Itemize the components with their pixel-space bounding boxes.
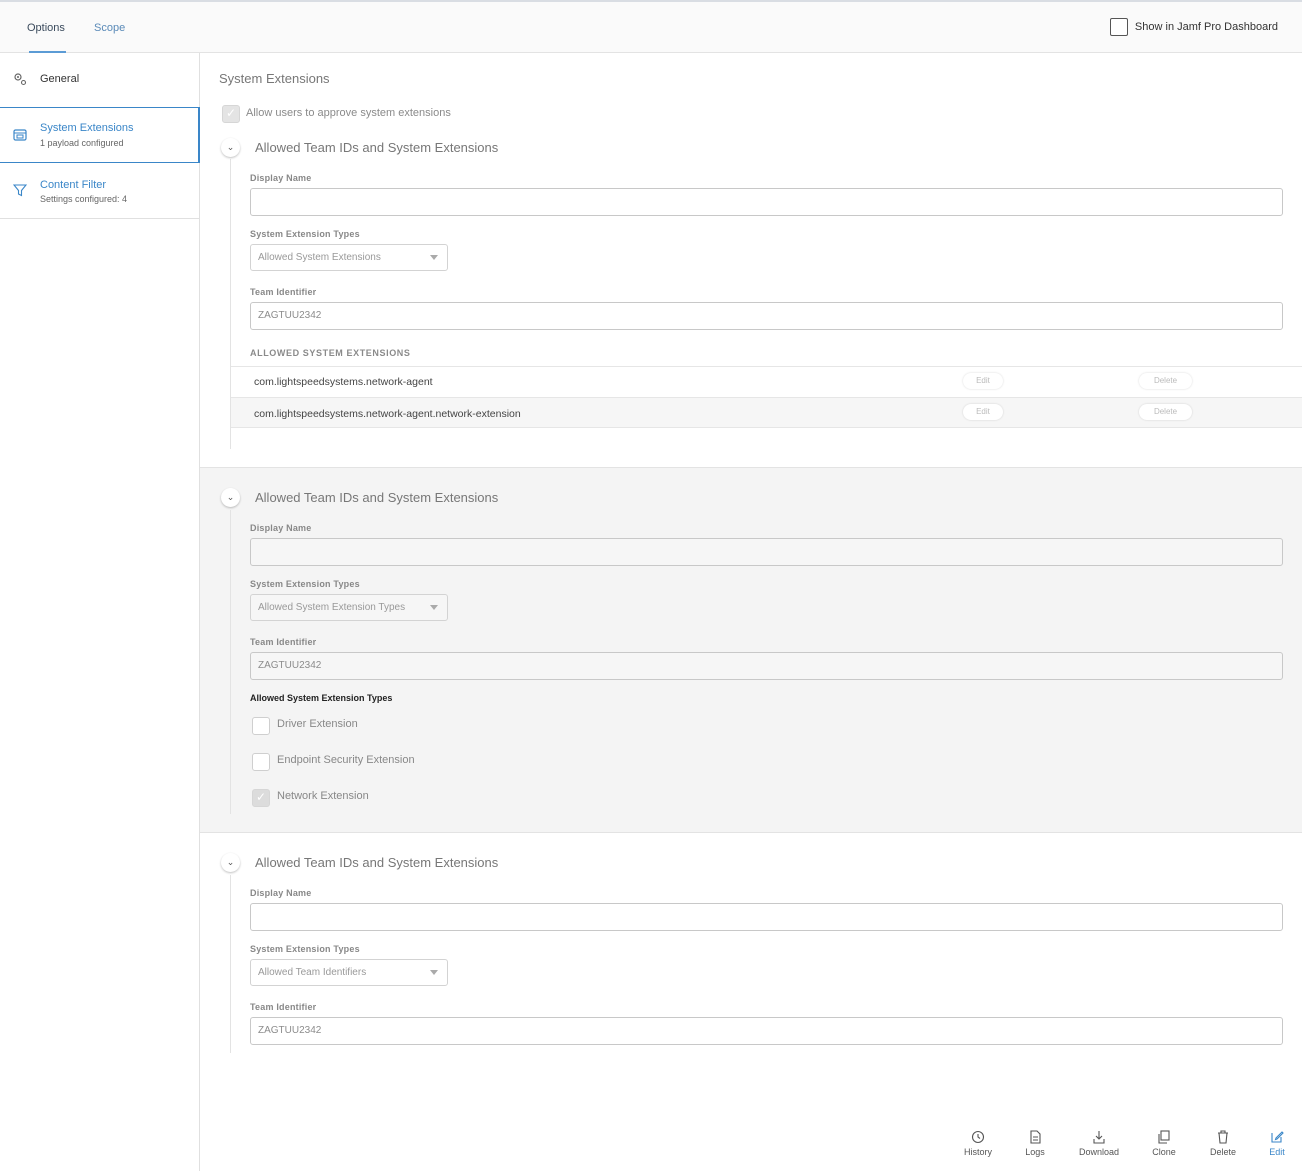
block-title: Allowed Team IDs and System Extensions: [255, 855, 499, 870]
team-identifier-label: Team Identifier: [250, 637, 317, 647]
download-label: Download: [1078, 1147, 1120, 1157]
trash-icon: [1218, 1130, 1228, 1144]
delete-button[interactable]: Delete: [1139, 373, 1192, 389]
logs-icon: [1030, 1130, 1041, 1144]
clone-icon: [1158, 1130, 1170, 1144]
driver-extension-label: Driver Extension: [277, 718, 358, 730]
network-extension-checkbox[interactable]: [252, 789, 270, 807]
clone-label: Clone: [1152, 1147, 1176, 1157]
download-icon: [1093, 1131, 1105, 1144]
sidebar-item-content-filter[interactable]: Content Filter Settings configured: 4: [0, 163, 200, 219]
payload-sidebar: General System Extensions 1 payload conf…: [0, 53, 200, 1171]
team-identifier-input[interactable]: ZAGTUU2342: [250, 652, 1283, 680]
block-divider-line: [230, 875, 231, 1053]
extension-types-value: Allowed Team Identifiers: [258, 967, 367, 978]
edit-button[interactable]: Edit: [1264, 1130, 1290, 1157]
block-divider-line: [230, 510, 231, 814]
history-label: History: [963, 1147, 992, 1157]
block-title: Allowed Team IDs and System Extensions: [255, 490, 499, 505]
extension-types-value: Allowed System Extension Types: [258, 602, 406, 613]
chevron-down-icon: [430, 970, 438, 975]
extension-types-select[interactable]: Allowed System Extensions: [250, 244, 448, 271]
sidebar-item-label: System Extensions: [40, 122, 134, 134]
extension-types-label: System Extension Types: [250, 229, 360, 239]
logs-label: Logs: [1025, 1147, 1045, 1157]
sidebar-item-system-extensions[interactable]: System Extensions 1 payload configured: [0, 107, 200, 163]
extension-icon: [13, 129, 27, 141]
allow-users-checkbox[interactable]: [222, 105, 240, 123]
delete-button[interactable]: Delete: [1139, 404, 1192, 420]
team-identifier-input[interactable]: ZAGTUU2342: [250, 1017, 1283, 1045]
team-identifier-input[interactable]: ZAGTUU2342: [250, 302, 1283, 330]
list-item: com.lightspeedsystems.network-agent Edit…: [231, 366, 1302, 397]
sidebar-item-sublabel: Settings configured: 4: [40, 194, 128, 204]
extension-types-select[interactable]: Allowed System Extension Types: [250, 594, 448, 621]
team-id-block-3: ⌄ Allowed Team IDs and System Extensions…: [200, 833, 1302, 1073]
collapse-chevron-icon[interactable]: ⌄: [221, 488, 240, 507]
endpoint-security-label: Endpoint Security Extension: [277, 754, 415, 766]
display-name-input[interactable]: [250, 188, 1283, 216]
chevron-down-icon: [430, 255, 438, 260]
team-id-block-1: ⌄ Allowed Team IDs and System Extensions…: [200, 133, 1302, 467]
payload-content: System Extensions Allow users to approve…: [200, 53, 1302, 1171]
display-name-input[interactable]: [250, 538, 1283, 566]
display-name-label: Display Name: [250, 173, 312, 183]
allowed-extensions-heading: ALLOWED SYSTEM EXTENSIONS: [250, 348, 411, 358]
collapse-chevron-icon[interactable]: ⌄: [221, 138, 240, 157]
sidebar-item-label: Content Filter: [40, 179, 107, 191]
display-name-label: Display Name: [250, 888, 312, 898]
gear-icon: [14, 73, 27, 86]
display-name-label: Display Name: [250, 523, 312, 533]
display-name-input[interactable]: [250, 903, 1283, 931]
logs-button[interactable]: Logs: [1020, 1130, 1050, 1157]
delete-label: Delete: [1209, 1147, 1236, 1157]
endpoint-security-checkbox[interactable]: [252, 753, 270, 771]
extension-types-select[interactable]: Allowed Team Identifiers: [250, 959, 448, 986]
download-button[interactable]: Download: [1074, 1130, 1124, 1157]
edit-button[interactable]: Edit: [963, 404, 1003, 420]
extension-types-label: System Extension Types: [250, 579, 360, 589]
tab-scope[interactable]: Scope: [94, 22, 125, 34]
clone-button[interactable]: Clone: [1146, 1130, 1182, 1157]
chevron-down-icon: [430, 605, 438, 610]
sidebar-item-general[interactable]: General: [0, 53, 200, 108]
tab-options[interactable]: Options: [27, 22, 65, 34]
team-id-block-2: ⌄ Allowed Team IDs and System Extensions…: [200, 467, 1302, 833]
show-in-dashboard-label: Show in Jamf Pro Dashboard: [1134, 21, 1278, 33]
page-title: System Extensions: [219, 71, 330, 86]
edit-icon: [1271, 1131, 1284, 1143]
history-icon: [971, 1130, 985, 1144]
edit-label: Edit: [1269, 1147, 1285, 1157]
extension-bundle-id: com.lightspeedsystems.network-agent: [254, 376, 433, 388]
history-button[interactable]: History: [960, 1130, 996, 1157]
extension-types-value: Allowed System Extensions: [258, 252, 381, 263]
sidebar-item-label: General: [40, 73, 80, 85]
network-extension-label: Network Extension: [277, 790, 369, 802]
allowed-types-heading: Allowed System Extension Types: [250, 693, 393, 703]
sidebar-item-sublabel: 1 payload configured: [40, 138, 124, 148]
extension-bundle-id: com.lightspeedsystems.network-agent.netw…: [254, 408, 521, 420]
top-tab-bar: Options Scope Show in Jamf Pro Dashboard: [0, 0, 1302, 53]
extension-types-label: System Extension Types: [250, 944, 360, 954]
edit-button[interactable]: Edit: [963, 373, 1003, 389]
delete-button[interactable]: Delete: [1204, 1130, 1242, 1157]
team-identifier-label: Team Identifier: [250, 287, 317, 297]
show-in-dashboard-toggle[interactable]: Show in Jamf Pro Dashboard: [1109, 18, 1278, 36]
driver-extension-checkbox[interactable]: [252, 717, 270, 735]
block-title: Allowed Team IDs and System Extensions: [255, 140, 499, 155]
show-in-dashboard-checkbox[interactable]: [1109, 18, 1128, 36]
list-item: com.lightspeedsystems.network-agent.netw…: [231, 397, 1302, 428]
allow-users-label: Allow users to approve system extensions: [246, 107, 451, 119]
team-identifier-label: Team Identifier: [250, 1002, 317, 1012]
collapse-chevron-icon[interactable]: ⌄: [221, 853, 240, 872]
filter-icon: [13, 184, 27, 197]
